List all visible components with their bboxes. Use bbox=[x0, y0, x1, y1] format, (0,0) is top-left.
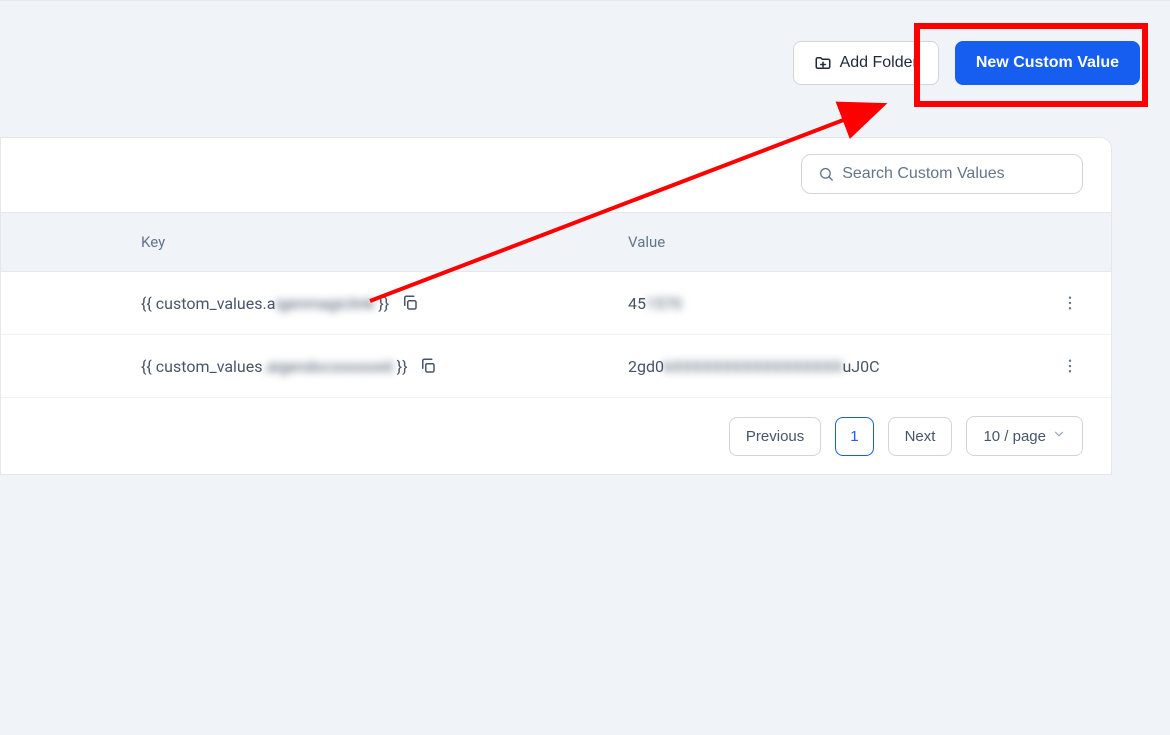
table-row: {{ custom_values.aigenmagiclink }} 45157… bbox=[1, 272, 1111, 335]
value-text-suffix: uJ0C bbox=[842, 357, 879, 376]
page-number-button[interactable]: 1 bbox=[835, 417, 873, 456]
col-header-key: Key bbox=[1, 213, 628, 271]
new-custom-value-label: New Custom Value bbox=[976, 54, 1119, 72]
key-blur: .aigendocxxxxxxid bbox=[263, 357, 393, 376]
value-blur: kXXXXXXXXXXXXXXXXX bbox=[664, 357, 842, 376]
copy-icon[interactable] bbox=[401, 294, 419, 312]
add-folder-label: Add Folder bbox=[840, 54, 918, 72]
cell-value: 451570 bbox=[628, 274, 1008, 333]
previous-button[interactable]: Previous bbox=[729, 417, 821, 456]
search-row bbox=[1, 146, 1111, 212]
new-custom-value-button[interactable]: New Custom Value bbox=[955, 41, 1140, 85]
per-page-label: 10 / page bbox=[983, 428, 1046, 445]
chevron-down-icon bbox=[1052, 427, 1066, 445]
per-page-select[interactable]: 10 / page bbox=[966, 416, 1083, 456]
next-button[interactable]: Next bbox=[888, 417, 953, 456]
value-text: 2gd0 bbox=[628, 357, 664, 376]
cell-key: {{ custom_values.aigenmagiclink }} bbox=[1, 274, 628, 333]
more-actions-button[interactable] bbox=[1059, 355, 1081, 377]
folder-plus-icon bbox=[814, 54, 832, 72]
search-input[interactable] bbox=[842, 165, 1066, 183]
table-row: {{ custom_values.aigendocxxxxxxid }} 2gd… bbox=[1, 335, 1111, 398]
more-actions-button[interactable] bbox=[1059, 292, 1081, 314]
key-blur: igenmagiclink bbox=[275, 294, 374, 313]
search-icon bbox=[818, 165, 834, 183]
col-header-value: Value bbox=[628, 213, 1008, 271]
custom-values-panel: Key Value {{ custom_values.aigenmagiclin… bbox=[0, 137, 1112, 475]
key-text: {{ custom_values bbox=[141, 357, 263, 376]
key-text: {{ custom_values.a bbox=[141, 294, 275, 313]
key-text-suffix: }} bbox=[393, 357, 408, 376]
value-text: 45 bbox=[628, 294, 646, 313]
table-body: {{ custom_values.aigenmagiclink }} 45157… bbox=[1, 272, 1111, 398]
cell-actions bbox=[1008, 272, 1111, 334]
value-blur: 1570 bbox=[646, 294, 682, 313]
cell-key: {{ custom_values.aigendocxxxxxxid }} bbox=[1, 337, 628, 396]
search-box[interactable] bbox=[801, 154, 1083, 194]
copy-icon[interactable] bbox=[419, 357, 437, 375]
pagination: Previous 1 Next 10 / page bbox=[1, 398, 1111, 474]
cell-actions bbox=[1008, 335, 1111, 397]
key-text-suffix: }} bbox=[374, 294, 389, 313]
cell-value: 2gd0kXXXXXXXXXXXXXXXXXuJ0C bbox=[628, 337, 1008, 396]
toolbar: Add Folder New Custom Value bbox=[0, 1, 1170, 137]
col-header-actions bbox=[1008, 213, 1111, 271]
add-folder-button[interactable]: Add Folder bbox=[793, 41, 939, 85]
table-header: Key Value bbox=[1, 212, 1111, 272]
